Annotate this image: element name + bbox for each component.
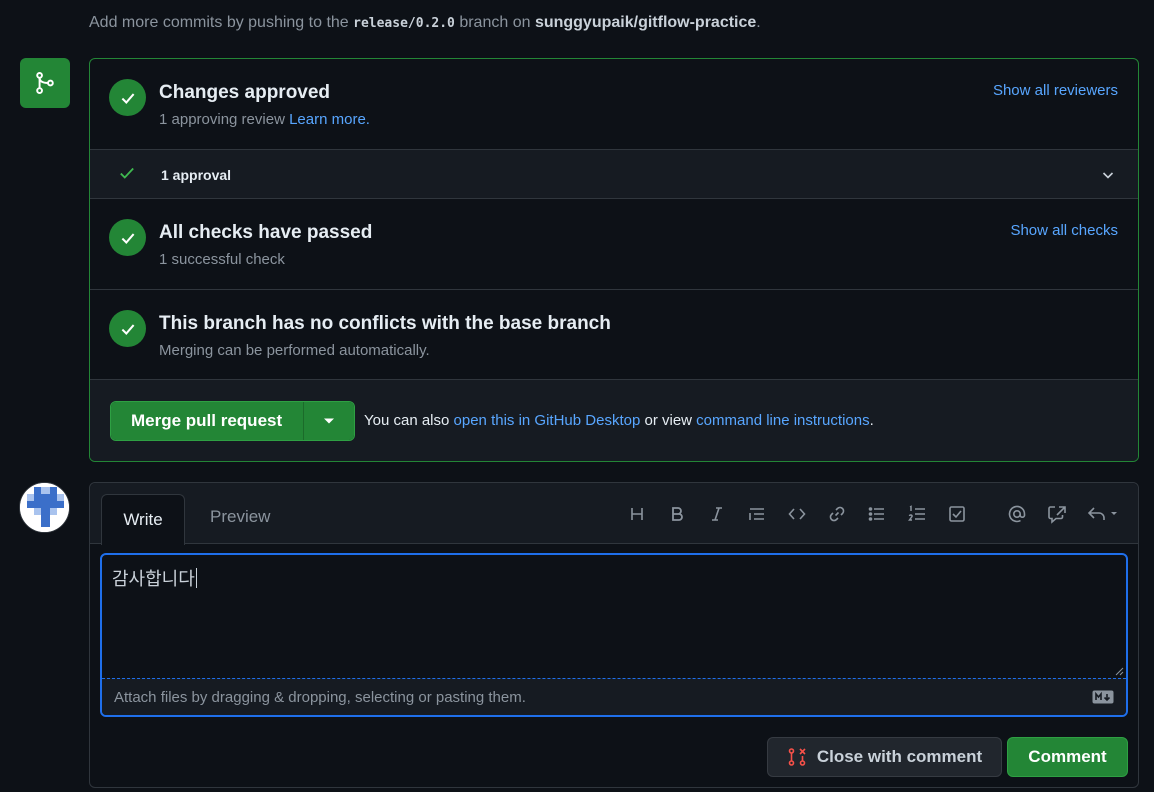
github-desktop-link[interactable]: open this in GitHub Desktop (454, 412, 641, 429)
ordered-list-icon[interactable] (906, 503, 928, 525)
text-cursor (195, 568, 197, 588)
comment-textarea[interactable]: 감사합니다 Attach files by dragging & droppin… (100, 553, 1128, 717)
comment-header: Write Preview (90, 483, 1138, 545)
push-hint: Add more commits by pushing to the relea… (89, 14, 761, 31)
mention-icon[interactable] (1006, 503, 1028, 525)
caret-down-icon (324, 418, 334, 424)
resize-handle-icon[interactable] (1114, 666, 1124, 676)
learn-more-link[interactable]: Learn more. (289, 111, 370, 128)
show-all-checks-link[interactable]: Show all checks (1010, 222, 1118, 239)
quote-icon[interactable] (746, 503, 768, 525)
approval-count: 1 approval (161, 167, 232, 183)
checks-title: All checks have passed (159, 222, 373, 243)
code-icon[interactable] (786, 503, 808, 525)
checks-subtitle: 1 successful check (159, 251, 285, 268)
check-icon (120, 167, 134, 179)
merge-options-dropdown[interactable] (304, 402, 354, 440)
merge-action-section: Merge pull request You can also open thi… (90, 380, 1138, 461)
comment-button[interactable]: Comment (1007, 737, 1128, 777)
pull-request-closed-icon (788, 748, 806, 766)
check-circle-icon (109, 219, 146, 256)
close-with-comment-button[interactable]: Close with comment (767, 737, 1002, 777)
conflicts-subtitle: Merging can be performed automatically. (159, 342, 430, 359)
branch-name: release/0.2.0 (353, 16, 455, 31)
bold-icon[interactable] (666, 503, 688, 525)
cross-reference-icon[interactable] (1046, 503, 1068, 525)
show-all-reviewers-link[interactable]: Show all reviewers (993, 82, 1118, 99)
markdown-toolbar (90, 503, 1138, 525)
comment-text: 감사합니다 (112, 569, 195, 590)
approval-row[interactable]: 1 approval (90, 150, 1138, 199)
attach-files-hint: Attach files by dragging & dropping, sel… (114, 689, 526, 706)
approval-subtitle: 1 approving review Learn more. (159, 111, 370, 128)
check-circle-icon (109, 79, 146, 116)
italic-icon[interactable] (706, 503, 728, 525)
saved-replies-icon[interactable] (1086, 503, 1122, 525)
git-merge-icon (20, 58, 70, 108)
merge-status-box: Changes approved 1 approving review Lear… (89, 58, 1139, 462)
chevron-down-icon[interactable] (1100, 167, 1116, 183)
avatar[interactable] (19, 482, 70, 533)
merge-pull-request-button[interactable]: Merge pull request (111, 402, 304, 440)
merge-button-group: Merge pull request (110, 401, 355, 441)
conflicts-section: This branch has no conflicts with the ba… (90, 290, 1138, 380)
unordered-list-icon[interactable] (866, 503, 888, 525)
checks-section: All checks have passed 1 successful chec… (90, 199, 1138, 290)
command-line-instructions-link[interactable]: command line instructions (696, 412, 869, 429)
approval-section: Changes approved 1 approving review Lear… (90, 59, 1138, 150)
repo-name: sunggyupaik/gitflow-practice (534, 14, 757, 31)
comment-form: Write Preview 감사합니다 Attach files by drag… (89, 482, 1139, 788)
task-list-icon[interactable] (946, 503, 968, 525)
attach-files-bar[interactable]: Attach files by dragging & dropping, sel… (102, 678, 1126, 715)
check-circle-icon (109, 310, 146, 347)
link-icon[interactable] (826, 503, 848, 525)
merge-alternatives-text: You can also open this in GitHub Desktop… (364, 412, 874, 429)
approval-title: Changes approved (159, 82, 331, 103)
conflicts-title: This branch has no conflicts with the ba… (159, 313, 611, 334)
markdown-icon[interactable] (1092, 690, 1114, 704)
heading-icon[interactable] (626, 503, 648, 525)
